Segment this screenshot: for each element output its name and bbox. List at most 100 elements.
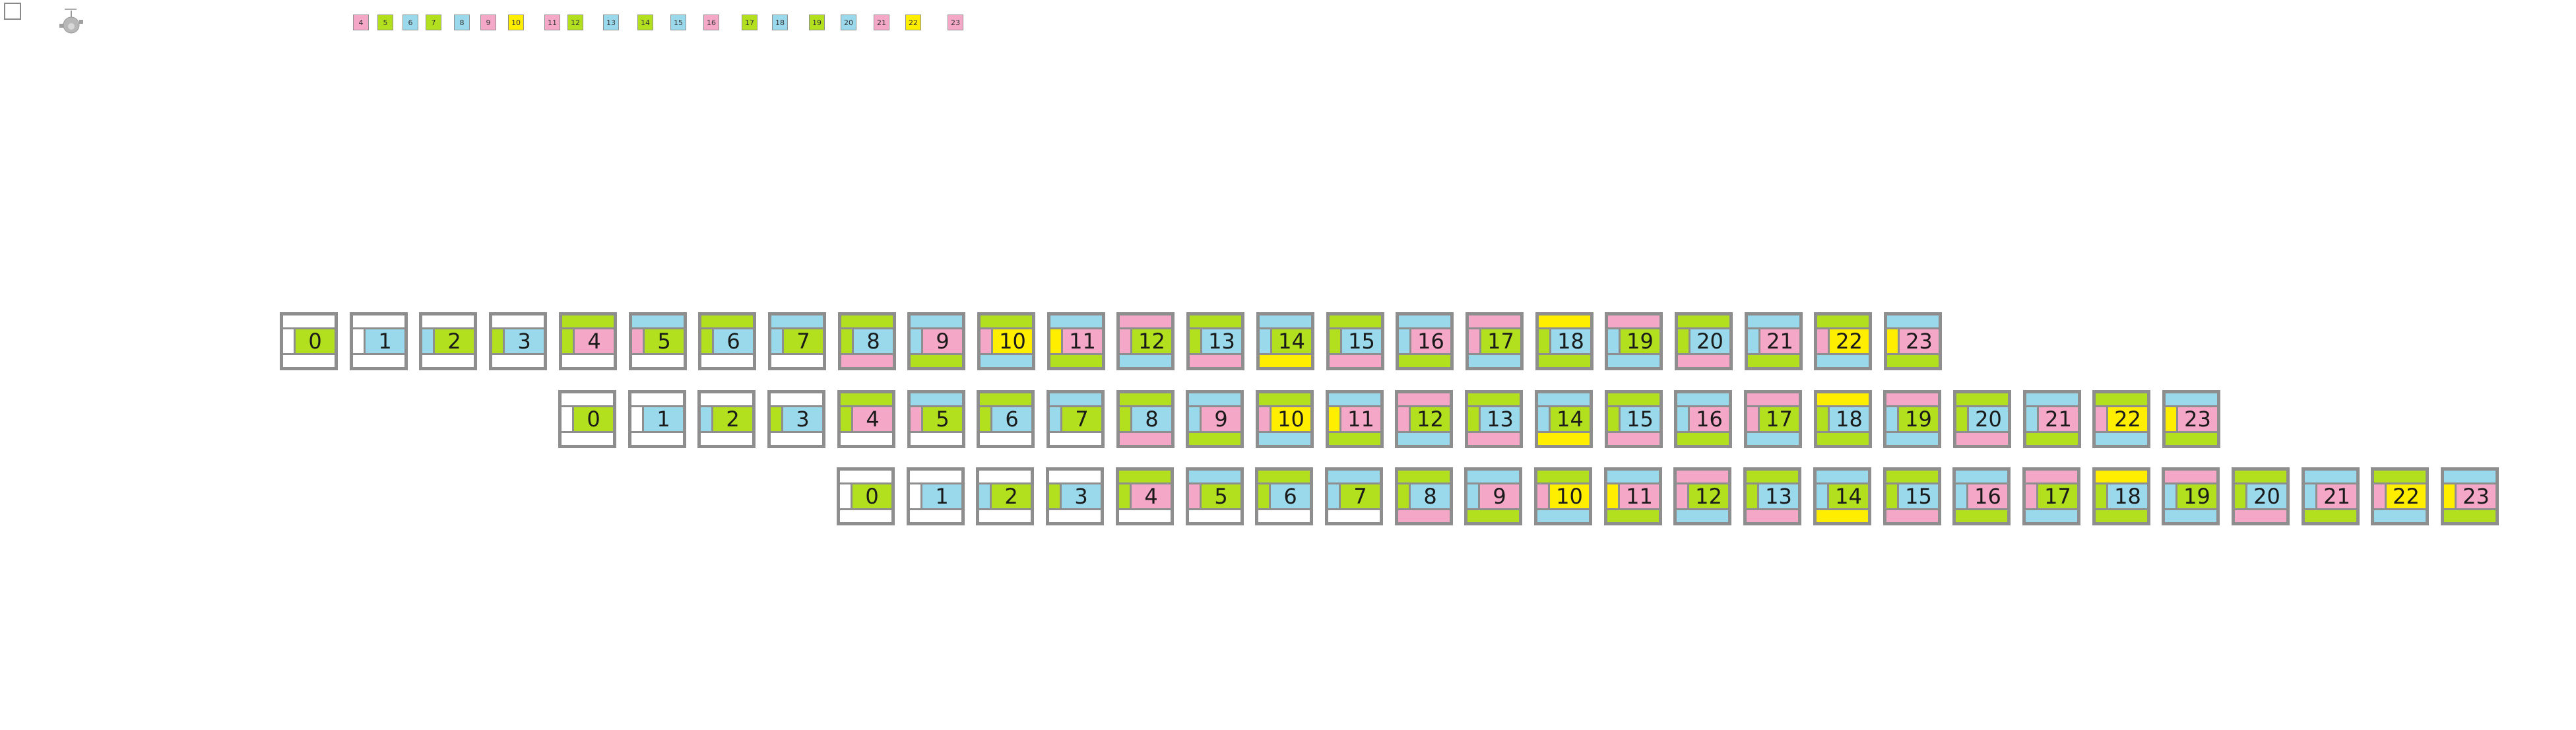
tile-4[interactable]: 4 — [837, 390, 895, 448]
tile-20[interactable]: 20 — [1675, 312, 1733, 370]
tile-5[interactable]: 5 — [1186, 467, 1244, 525]
tile-4[interactable]: 4 — [559, 312, 617, 370]
tile-core: 19 — [2165, 482, 2216, 510]
tile-6[interactable]: 6 — [977, 390, 1035, 448]
tile-0[interactable]: 0 — [280, 312, 338, 370]
tile-9[interactable]: 9 — [907, 312, 965, 370]
tile-19[interactable]: 19 — [1605, 312, 1663, 370]
tile-3[interactable]: 3 — [767, 390, 825, 448]
tile-12[interactable]: 12 — [1116, 312, 1175, 370]
tile-14[interactable]: 14 — [1813, 467, 1871, 525]
tile-6[interactable]: 6 — [698, 312, 756, 370]
tile-11[interactable]: 11 — [1047, 312, 1105, 370]
tile-16[interactable]: 16 — [1396, 312, 1454, 370]
tile-10[interactable]: 10 — [977, 312, 1035, 370]
tile-22[interactable]: 22 — [2371, 467, 2429, 525]
mini-tile-13[interactable]: 13 — [603, 15, 619, 30]
tile-15[interactable]: 15 — [1883, 467, 1941, 525]
mini-tile-14[interactable]: 14 — [637, 15, 653, 30]
tile-22[interactable]: 22 — [1814, 312, 1872, 370]
tile-bottom-band — [1189, 510, 1240, 522]
tile-9[interactable]: 9 — [1186, 390, 1244, 448]
tile-18[interactable]: 18 — [1814, 390, 1872, 448]
mini-tile-21[interactable]: 21 — [874, 15, 889, 30]
mini-tile-23[interactable]: 23 — [948, 15, 963, 30]
mini-tile-5[interactable]: 5 — [377, 15, 393, 30]
mini-tile-7[interactable]: 7 — [426, 15, 441, 30]
tile-1[interactable]: 1 — [350, 312, 408, 370]
tile-21[interactable]: 21 — [2302, 467, 2360, 525]
mini-tile-18[interactable]: 18 — [772, 15, 788, 30]
corner-checkbox[interactable] — [4, 3, 21, 20]
mini-tile-8[interactable]: 8 — [454, 15, 470, 30]
tile-23[interactable]: 23 — [2162, 390, 2220, 448]
tile-16[interactable]: 16 — [1952, 467, 2011, 525]
mini-tile-16[interactable]: 16 — [703, 15, 719, 30]
tile-3[interactable]: 3 — [489, 312, 547, 370]
tile-10[interactable]: 10 — [1534, 467, 1592, 525]
tile-14[interactable]: 14 — [1256, 312, 1314, 370]
robot-toy-icon[interactable] — [57, 5, 86, 37]
tile-23[interactable]: 23 — [1884, 312, 1942, 370]
tile-2[interactable]: 2 — [976, 467, 1034, 525]
tile-1[interactable]: 1 — [907, 467, 965, 525]
tile-0[interactable]: 0 — [558, 390, 616, 448]
tile-9[interactable]: 9 — [1464, 467, 1522, 525]
tile-2[interactable]: 2 — [419, 312, 477, 370]
mini-tile-22[interactable]: 22 — [905, 15, 921, 30]
tile-0[interactable]: 0 — [837, 467, 895, 525]
tile-12[interactable]: 12 — [1673, 467, 1731, 525]
tile-3[interactable]: 3 — [1046, 467, 1104, 525]
tile-10[interactable]: 10 — [1256, 390, 1314, 448]
tile-18[interactable]: 18 — [2092, 467, 2150, 525]
tile-21[interactable]: 21 — [2023, 390, 2081, 448]
mini-tile-19[interactable]: 19 — [809, 15, 825, 30]
tile-7[interactable]: 7 — [768, 312, 826, 370]
tile-label: 21 — [2037, 407, 2078, 432]
tile-11[interactable]: 11 — [1326, 390, 1384, 448]
mini-tile-11[interactable]: 11 — [544, 15, 560, 30]
tile-2[interactable]: 2 — [697, 390, 756, 448]
tile-14[interactable]: 14 — [1535, 390, 1593, 448]
mini-tile-20[interactable]: 20 — [841, 15, 856, 30]
mini-tile-17[interactable]: 17 — [742, 15, 757, 30]
tile-19[interactable]: 19 — [1883, 390, 1941, 448]
tile-20[interactable]: 20 — [2232, 467, 2290, 525]
tile-side-strip — [1748, 329, 1758, 353]
mini-tile-6[interactable]: 6 — [402, 15, 418, 30]
mini-tile-9[interactable]: 9 — [480, 15, 496, 30]
tile-1[interactable]: 1 — [628, 390, 686, 448]
tile-13[interactable]: 13 — [1186, 312, 1244, 370]
tile-8[interactable]: 8 — [1116, 390, 1175, 448]
tile-17[interactable]: 17 — [1465, 312, 1524, 370]
tile-13[interactable]: 13 — [1465, 390, 1523, 448]
tile-13[interactable]: 13 — [1743, 467, 1801, 525]
tile-15[interactable]: 15 — [1605, 390, 1663, 448]
tile-side-strip — [1189, 407, 1200, 431]
mini-tile-15[interactable]: 15 — [670, 15, 686, 30]
tile-18[interactable]: 18 — [1535, 312, 1594, 370]
tile-21[interactable]: 21 — [1745, 312, 1803, 370]
tile-23[interactable]: 23 — [2441, 467, 2499, 525]
tile-6[interactable]: 6 — [1255, 467, 1313, 525]
tile-5[interactable]: 5 — [907, 390, 965, 448]
tile-8[interactable]: 8 — [838, 312, 896, 370]
tile-19[interactable]: 19 — [2162, 467, 2220, 525]
tile-11[interactable]: 11 — [1604, 467, 1662, 525]
tile-20[interactable]: 20 — [1953, 390, 2011, 448]
mini-tile-12[interactable]: 12 — [567, 15, 583, 30]
tile-5[interactable]: 5 — [629, 312, 687, 370]
tile-bottom-band — [1329, 433, 1380, 445]
tile-17[interactable]: 17 — [1744, 390, 1802, 448]
tile-17[interactable]: 17 — [2022, 467, 2080, 525]
mini-tile-4[interactable]: 4 — [353, 15, 369, 30]
tile-22[interactable]: 22 — [2092, 390, 2150, 448]
tile-12[interactable]: 12 — [1395, 390, 1453, 448]
tile-15[interactable]: 15 — [1326, 312, 1384, 370]
mini-tile-10[interactable]: 10 — [508, 15, 524, 30]
tile-4[interactable]: 4 — [1116, 467, 1174, 525]
tile-7[interactable]: 7 — [1046, 390, 1105, 448]
tile-16[interactable]: 16 — [1674, 390, 1732, 448]
tile-7[interactable]: 7 — [1325, 467, 1383, 525]
tile-8[interactable]: 8 — [1395, 467, 1453, 525]
